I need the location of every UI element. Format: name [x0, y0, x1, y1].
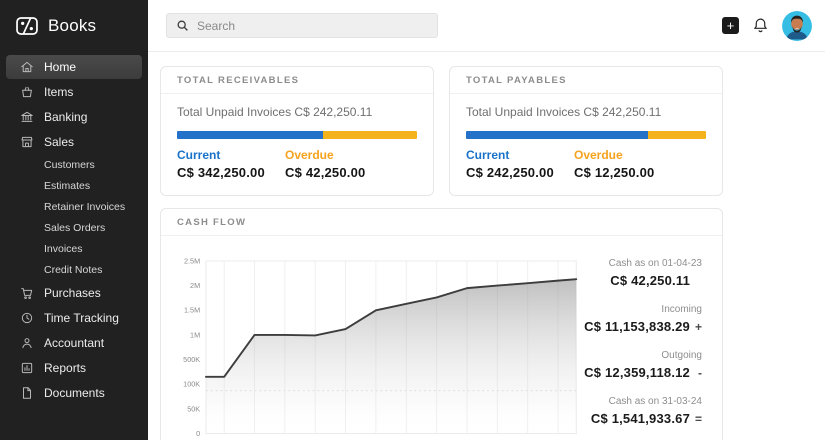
- sidebar-item-reports[interactable]: Reports: [6, 356, 142, 380]
- search-icon: [176, 19, 189, 32]
- app-window: Books Home Items Banking Sales CustomersEsti…: [0, 0, 825, 440]
- sidebar-item-label: Banking: [44, 110, 87, 124]
- receivables-current-value: C$ 342,250.00: [177, 165, 285, 180]
- stat-operator: -: [690, 366, 702, 380]
- accountant-icon: [20, 336, 34, 350]
- payables-current-label: Current: [466, 148, 574, 162]
- sales-icon: [20, 135, 34, 149]
- sidebar-subitem-sales-orders[interactable]: Sales Orders: [6, 218, 142, 239]
- stat-value: C$ 12,359,118.12: [584, 365, 690, 380]
- payables-card-title: TOTAL PAYABLES: [450, 67, 722, 94]
- payables-current-segment: [466, 131, 648, 139]
- stat-label: Cash as on 01-04-23: [584, 258, 702, 269]
- main-area: +: [148, 0, 825, 440]
- stat-value: C$ 11,153,838.29: [584, 319, 690, 334]
- payables-overdue-label: Overdue: [574, 148, 682, 162]
- cash-flow-card-title: CASH FLOW: [161, 209, 722, 236]
- cash-flow-stats: Cash as on 01-04-23 C$ 42,250.11 Incoming C…: [584, 248, 708, 440]
- search-input[interactable]: [197, 19, 428, 33]
- svg-text:100K: 100K: [183, 380, 200, 389]
- sidebar-item-purchases[interactable]: Purchases: [6, 281, 142, 305]
- dashboard-content: TOTAL RECEIVABLES Total Unpaid Invoices …: [148, 52, 825, 440]
- sidebar-subitem-credit-notes[interactable]: Credit Notes: [6, 260, 142, 281]
- user-avatar[interactable]: [782, 11, 812, 41]
- stat-value: C$ 1,541,933.67: [591, 411, 690, 426]
- quick-add-button[interactable]: +: [722, 17, 739, 34]
- svg-text:50K: 50K: [187, 404, 200, 413]
- sidebar-item-label: Accountant: [44, 336, 104, 350]
- sidebar: Books Home Items Banking Sales CustomersEsti…: [0, 0, 148, 440]
- cash-flow-stat-outgoing: Outgoing C$ 12,359,118.12-: [584, 350, 702, 382]
- cash-flow-stat-incoming: Incoming C$ 11,153,838.29+: [584, 304, 702, 336]
- topbar-actions: +: [722, 11, 812, 41]
- stat-value: C$ 42,250.11: [610, 273, 690, 288]
- sidebar-item-label: Items: [44, 85, 73, 99]
- receivables-current-segment: [177, 131, 323, 139]
- payables-overdue-segment: [648, 131, 706, 139]
- sidebar-item-items[interactable]: Items: [6, 80, 142, 104]
- sidebar-item-label: Purchases: [44, 286, 101, 300]
- payables-overdue-value: C$ 12,250.00: [574, 165, 682, 180]
- sidebar-item-label: Documents: [44, 386, 105, 400]
- app-logo[interactable]: Books: [0, 0, 148, 49]
- search-box[interactable]: [166, 13, 438, 38]
- stat-label: Outgoing: [584, 350, 702, 361]
- stat-label: Incoming: [584, 304, 702, 315]
- sidebar-item-label: Home: [44, 60, 76, 74]
- svg-text:500K: 500K: [183, 355, 200, 364]
- sidebar-item-label: Sales: [44, 135, 74, 149]
- sidebar-subitem-customers[interactable]: Customers: [6, 155, 142, 176]
- receivables-overdue-value: C$ 42,250.00: [285, 165, 393, 180]
- receivables-current-label: Current: [177, 148, 285, 162]
- cash-flow-stat-cash-as-on-01-04-23: Cash as on 01-04-23 C$ 42,250.11: [584, 258, 702, 290]
- stat-label: Cash as on 31-03-24: [584, 396, 702, 407]
- payables-progress-bar: [466, 131, 706, 139]
- svg-text:1.5M: 1.5M: [184, 306, 200, 315]
- purchases-icon: [20, 286, 34, 300]
- receivables-progress-bar: [177, 131, 417, 139]
- total-payables-card: TOTAL PAYABLES Total Unpaid Invoices C$ …: [449, 66, 723, 196]
- items-icon: [20, 85, 34, 99]
- payables-subtitle: Total Unpaid Invoices C$ 242,250.11: [466, 105, 706, 119]
- documents-icon: [20, 386, 34, 400]
- receivables-overdue-segment: [323, 131, 417, 139]
- summary-cards-row: TOTAL RECEIVABLES Total Unpaid Invoices …: [160, 66, 723, 196]
- sidebar-item-accountant[interactable]: Accountant: [6, 331, 142, 355]
- cash-flow-stat-cash-as-on-31-03-24: Cash as on 31-03-24 C$ 1,541,933.67=: [584, 396, 702, 428]
- reports-icon: [20, 361, 34, 375]
- receivables-card-title: TOTAL RECEIVABLES: [161, 67, 433, 94]
- topbar: +: [148, 0, 825, 52]
- cash-flow-chart: 050K100K500K1M1.5M2M2.5MAPRMAYJUNJULAUGS…: [173, 248, 584, 440]
- app-title: Books: [48, 16, 96, 36]
- svg-text:1M: 1M: [190, 330, 200, 339]
- sidebar-nav: HomeItemsBankingSalesCustomersEstimatesR…: [0, 49, 148, 405]
- sidebar-item-sales[interactable]: Sales: [6, 130, 142, 154]
- books-logo-icon: [14, 13, 40, 39]
- receivables-overdue-label: Overdue: [285, 148, 393, 162]
- sidebar-item-label: Reports: [44, 361, 86, 375]
- banking-icon: [20, 110, 34, 124]
- receivables-subtitle: Total Unpaid Invoices C$ 242,250.11: [177, 105, 417, 119]
- sidebar-item-label: Time Tracking: [44, 311, 119, 325]
- cash-flow-card: CASH FLOW 050K100K500K1M1.5M2M2.5MAPRMAY…: [160, 208, 723, 440]
- sidebar-item-time-tracking[interactable]: Time Tracking: [6, 306, 142, 330]
- svg-text:0: 0: [196, 429, 200, 438]
- notifications-bell-icon[interactable]: [752, 17, 769, 34]
- sidebar-subitem-estimates[interactable]: Estimates: [6, 176, 142, 197]
- stat-operator: =: [690, 412, 702, 426]
- stat-operator: +: [690, 320, 702, 334]
- svg-text:2.5M: 2.5M: [184, 256, 200, 265]
- sidebar-subitem-retainer-invoices[interactable]: Retainer Invoices: [6, 197, 142, 218]
- sidebar-item-banking[interactable]: Banking: [6, 105, 142, 129]
- sidebar-item-home[interactable]: Home: [6, 55, 142, 79]
- payables-current-value: C$ 242,250.00: [466, 165, 574, 180]
- total-receivables-card: TOTAL RECEIVABLES Total Unpaid Invoices …: [160, 66, 434, 196]
- sidebar-item-documents[interactable]: Documents: [6, 381, 142, 405]
- sidebar-subitem-invoices[interactable]: Invoices: [6, 239, 142, 260]
- svg-text:2M: 2M: [190, 281, 200, 290]
- time-tracking-icon: [20, 311, 34, 325]
- cash-flow-chart-svg: 050K100K500K1M1.5M2M2.5MAPRMAYJUNJULAUGS…: [173, 248, 584, 440]
- home-icon: [20, 60, 34, 74]
